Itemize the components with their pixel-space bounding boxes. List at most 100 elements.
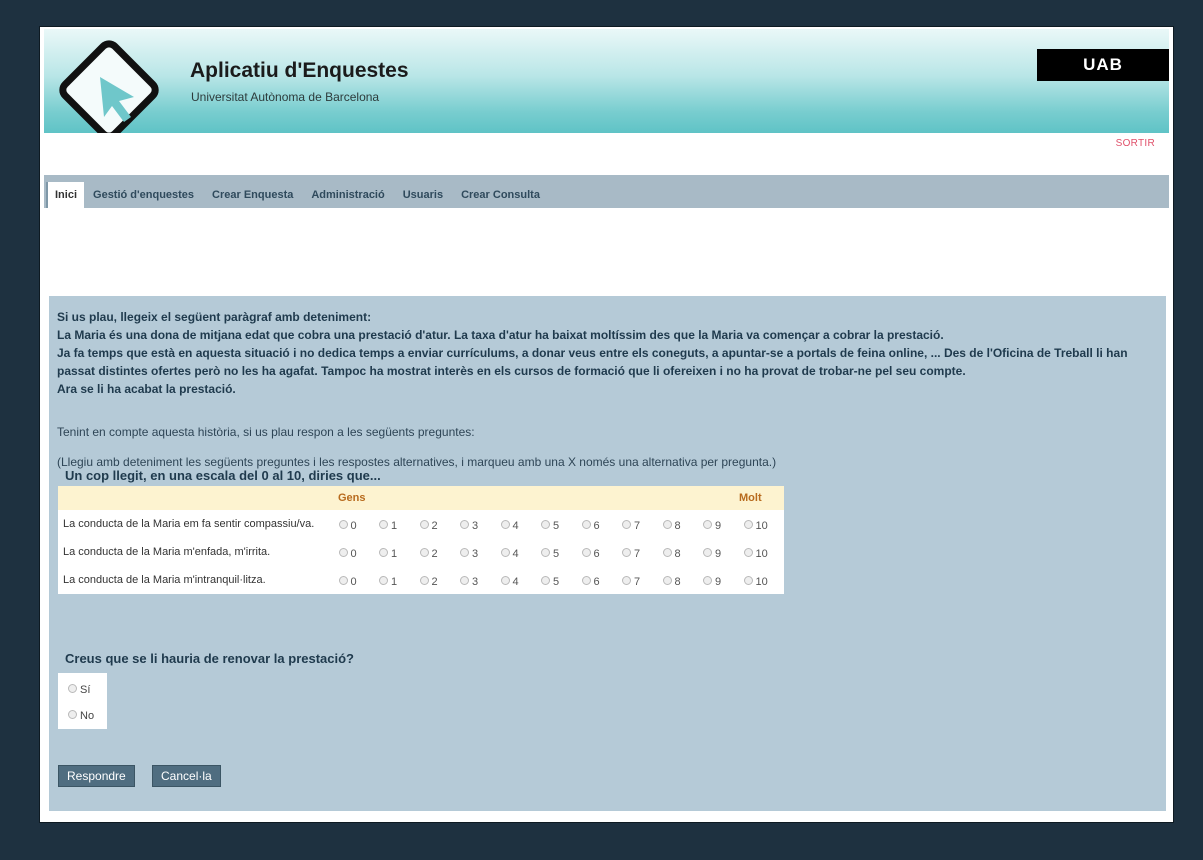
scale-option[interactable]: 5 <box>541 574 582 588</box>
radio-button[interactable] <box>622 519 631 529</box>
scale-option[interactable]: 9 <box>703 546 744 560</box>
scale-option[interactable]: 8 <box>662 518 704 532</box>
scale-option[interactable]: 0 <box>338 518 380 532</box>
radio-button[interactable] <box>662 519 672 529</box>
option-value: 8 <box>674 576 681 588</box>
radio-button[interactable] <box>662 575 672 585</box>
radio-button[interactable] <box>500 547 510 557</box>
radio-button[interactable] <box>743 575 753 585</box>
nav-tab-inici[interactable]: Inici <box>46 182 85 208</box>
scale-option[interactable]: 10 <box>743 574 785 588</box>
option-label: No <box>80 710 95 722</box>
radio-button[interactable] <box>338 547 348 557</box>
radio-button[interactable] <box>541 575 550 585</box>
radio-button[interactable] <box>68 683 77 693</box>
nav-tab-crear-consulta[interactable]: Crear Consulta <box>452 182 549 208</box>
scale-option[interactable]: 3 <box>460 546 501 560</box>
submit-button[interactable]: Respondre <box>58 765 135 787</box>
option-value: 7 <box>634 576 641 588</box>
radio-button[interactable] <box>68 709 77 719</box>
option-value: 1 <box>391 576 398 588</box>
radio-button[interactable] <box>662 547 672 557</box>
option-si[interactable]: Sí <box>58 675 107 701</box>
radio-button[interactable] <box>541 519 550 529</box>
option-value: 3 <box>472 548 479 560</box>
scale-option[interactable]: 6 <box>581 574 623 588</box>
logout-link[interactable]: SORTIR <box>1116 138 1155 149</box>
radio-button[interactable] <box>379 547 388 557</box>
scale-option[interactable]: 4 <box>500 518 542 532</box>
radio-button[interactable] <box>379 519 388 529</box>
scale-options: 0 1 2 3 4 5 6 7 8 9 10 <box>338 574 785 588</box>
scale-header: Gens Molt <box>58 486 784 510</box>
radio-button[interactable] <box>419 519 429 529</box>
radio-button[interactable] <box>541 547 550 557</box>
scale-option[interactable]: 3 <box>460 518 501 532</box>
scale-option[interactable]: 1 <box>379 546 420 560</box>
radio-button[interactable] <box>622 575 631 585</box>
radio-button[interactable] <box>581 519 591 529</box>
scale-option[interactable]: 0 <box>338 546 380 560</box>
intro-paragraph-2: Ja fa temps que està en aquesta situació… <box>57 346 1128 378</box>
scale-option[interactable]: 2 <box>419 574 461 588</box>
radio-button[interactable] <box>703 519 712 529</box>
scale-option[interactable]: 4 <box>500 574 542 588</box>
radio-button[interactable] <box>338 575 348 585</box>
radio-button[interactable] <box>500 519 510 529</box>
radio-button[interactable] <box>622 547 631 557</box>
radio-button[interactable] <box>419 575 429 585</box>
scale-option[interactable]: 2 <box>419 546 461 560</box>
scale-option[interactable]: 5 <box>541 546 582 560</box>
scale-option[interactable]: 8 <box>662 546 704 560</box>
page-container: Aplicatiu d'Enquestes Universitat Autòno… <box>40 27 1173 822</box>
scale-option[interactable]: 2 <box>419 518 461 532</box>
scale-option[interactable]: 0 <box>338 574 380 588</box>
scale-option[interactable]: 7 <box>622 546 663 560</box>
cancel-button[interactable]: Cancel·la <box>152 765 221 787</box>
radio-button[interactable] <box>460 547 469 557</box>
option-value: 10 <box>755 548 768 560</box>
scale-option[interactable]: 10 <box>743 546 785 560</box>
main-nav: Inici Gestió d'enquestes Crear Enquesta … <box>44 175 1169 208</box>
radio-button[interactable] <box>703 575 712 585</box>
scale-option[interactable]: 8 <box>662 574 704 588</box>
nav-tab-usuaris[interactable]: Usuaris <box>394 182 452 208</box>
radio-button[interactable] <box>743 547 753 557</box>
nav-tab-crear-enquesta[interactable]: Crear Enquesta <box>203 182 302 208</box>
scale-option[interactable]: 4 <box>500 546 542 560</box>
nav-tab-administracio[interactable]: Administració <box>302 182 393 208</box>
option-value: 9 <box>715 520 722 532</box>
radio-button[interactable] <box>581 575 591 585</box>
option-value: 6 <box>593 576 600 588</box>
option-value: 0 <box>350 576 357 588</box>
radio-button[interactable] <box>743 519 753 529</box>
option-value: 9 <box>715 576 722 588</box>
radio-button[interactable] <box>703 547 712 557</box>
scale-option[interactable]: 7 <box>622 574 663 588</box>
intro-text: Si us plau, llegeix el següent paràgraf … <box>57 308 1157 398</box>
scale-option[interactable]: 7 <box>622 518 663 532</box>
option-label: Sí <box>80 684 91 696</box>
option-no[interactable]: No <box>58 701 107 727</box>
radio-button[interactable] <box>379 575 388 585</box>
radio-button[interactable] <box>338 519 348 529</box>
scale-option[interactable]: 10 <box>743 518 785 532</box>
scale-option[interactable]: 3 <box>460 574 501 588</box>
radio-button[interactable] <box>460 519 469 529</box>
radio-button[interactable] <box>460 575 469 585</box>
scale-option[interactable]: 5 <box>541 518 582 532</box>
option-value: 0 <box>350 520 357 532</box>
scale-option[interactable]: 1 <box>379 574 420 588</box>
option-value: 10 <box>755 520 768 532</box>
radio-button[interactable] <box>500 575 510 585</box>
scale-option[interactable]: 9 <box>703 574 744 588</box>
scale-option[interactable]: 1 <box>379 518 420 532</box>
radio-button[interactable] <box>419 547 429 557</box>
option-value: 5 <box>553 548 560 560</box>
intro-heading: Si us plau, llegeix el següent paràgraf … <box>57 310 372 324</box>
scale-option[interactable]: 9 <box>703 518 744 532</box>
radio-button[interactable] <box>581 547 591 557</box>
scale-option[interactable]: 6 <box>581 546 623 560</box>
scale-option[interactable]: 6 <box>581 518 623 532</box>
nav-tab-gestio-enquestes[interactable]: Gestió d'enquestes <box>84 182 203 208</box>
